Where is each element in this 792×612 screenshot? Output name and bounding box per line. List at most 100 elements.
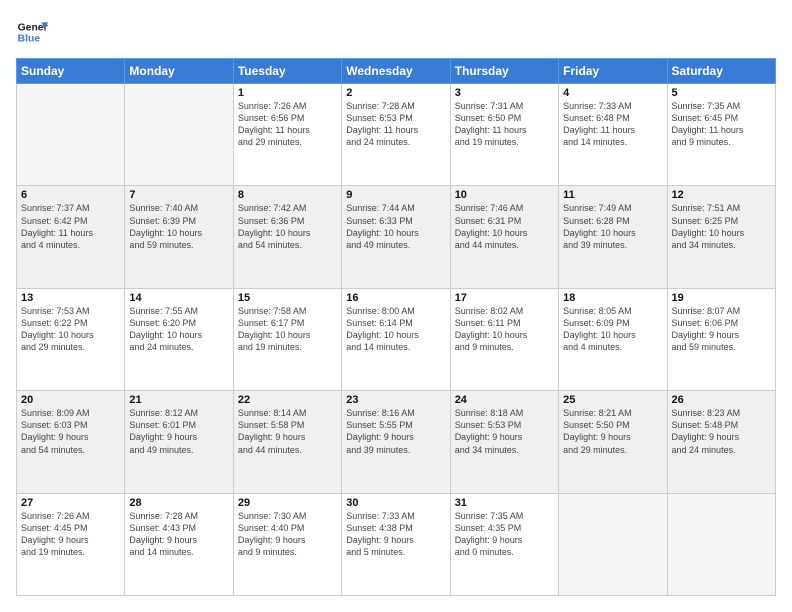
day-number: 7	[129, 189, 228, 201]
calendar-day-cell: 1Sunrise: 7:26 AM Sunset: 6:56 PM Daylig…	[233, 84, 341, 186]
day-info: Sunrise: 8:09 AM Sunset: 6:03 PM Dayligh…	[21, 407, 120, 456]
calendar-day-cell: 13Sunrise: 7:53 AM Sunset: 6:22 PM Dayli…	[17, 288, 125, 390]
day-number: 21	[129, 394, 228, 406]
day-info: Sunrise: 8:05 AM Sunset: 6:09 PM Dayligh…	[563, 305, 662, 354]
weekday-header: Thursday	[450, 59, 558, 84]
calendar-day-cell: 10Sunrise: 7:46 AM Sunset: 6:31 PM Dayli…	[450, 186, 558, 288]
calendar-day-cell: 5Sunrise: 7:35 AM Sunset: 6:45 PM Daylig…	[667, 84, 775, 186]
calendar-day-cell: 2Sunrise: 7:28 AM Sunset: 6:53 PM Daylig…	[342, 84, 450, 186]
day-info: Sunrise: 7:55 AM Sunset: 6:20 PM Dayligh…	[129, 305, 228, 354]
day-number: 18	[563, 292, 662, 304]
calendar-day-cell: 18Sunrise: 8:05 AM Sunset: 6:09 PM Dayli…	[559, 288, 667, 390]
calendar-day-cell: 3Sunrise: 7:31 AM Sunset: 6:50 PM Daylig…	[450, 84, 558, 186]
svg-text:Blue: Blue	[18, 34, 41, 45]
calendar-day-cell: 14Sunrise: 7:55 AM Sunset: 6:20 PM Dayli…	[125, 288, 233, 390]
day-number: 27	[21, 497, 120, 509]
day-number: 17	[455, 292, 554, 304]
day-number: 29	[238, 497, 337, 509]
day-info: Sunrise: 7:26 AM Sunset: 4:45 PM Dayligh…	[21, 510, 120, 559]
calendar-day-cell	[667, 493, 775, 595]
day-number: 13	[21, 292, 120, 304]
calendar-day-cell: 8Sunrise: 7:42 AM Sunset: 6:36 PM Daylig…	[233, 186, 341, 288]
calendar-day-cell: 4Sunrise: 7:33 AM Sunset: 6:48 PM Daylig…	[559, 84, 667, 186]
weekday-header: Monday	[125, 59, 233, 84]
calendar-header-row: SundayMondayTuesdayWednesdayThursdayFrid…	[17, 59, 776, 84]
weekday-header: Saturday	[667, 59, 775, 84]
calendar-day-cell: 31Sunrise: 7:35 AM Sunset: 4:35 PM Dayli…	[450, 493, 558, 595]
day-info: Sunrise: 8:14 AM Sunset: 5:58 PM Dayligh…	[238, 407, 337, 456]
day-info: Sunrise: 7:49 AM Sunset: 6:28 PM Dayligh…	[563, 202, 662, 251]
day-number: 25	[563, 394, 662, 406]
day-number: 5	[672, 87, 771, 99]
day-number: 24	[455, 394, 554, 406]
calendar-day-cell: 26Sunrise: 8:23 AM Sunset: 5:48 PM Dayli…	[667, 391, 775, 493]
calendar-day-cell: 24Sunrise: 8:18 AM Sunset: 5:53 PM Dayli…	[450, 391, 558, 493]
day-info: Sunrise: 7:35 AM Sunset: 4:35 PM Dayligh…	[455, 510, 554, 559]
day-info: Sunrise: 8:00 AM Sunset: 6:14 PM Dayligh…	[346, 305, 445, 354]
day-info: Sunrise: 7:31 AM Sunset: 6:50 PM Dayligh…	[455, 100, 554, 149]
day-info: Sunrise: 7:28 AM Sunset: 4:43 PM Dayligh…	[129, 510, 228, 559]
weekday-header: Wednesday	[342, 59, 450, 84]
day-info: Sunrise: 7:40 AM Sunset: 6:39 PM Dayligh…	[129, 202, 228, 251]
day-number: 15	[238, 292, 337, 304]
day-info: Sunrise: 8:02 AM Sunset: 6:11 PM Dayligh…	[455, 305, 554, 354]
day-number: 6	[21, 189, 120, 201]
day-number: 1	[238, 87, 337, 99]
day-info: Sunrise: 8:16 AM Sunset: 5:55 PM Dayligh…	[346, 407, 445, 456]
weekday-header: Tuesday	[233, 59, 341, 84]
day-number: 23	[346, 394, 445, 406]
calendar-week-row: 20Sunrise: 8:09 AM Sunset: 6:03 PM Dayli…	[17, 391, 776, 493]
day-info: Sunrise: 8:07 AM Sunset: 6:06 PM Dayligh…	[672, 305, 771, 354]
calendar-day-cell: 19Sunrise: 8:07 AM Sunset: 6:06 PM Dayli…	[667, 288, 775, 390]
day-number: 14	[129, 292, 228, 304]
calendar-day-cell: 30Sunrise: 7:33 AM Sunset: 4:38 PM Dayli…	[342, 493, 450, 595]
calendar-week-row: 6Sunrise: 7:37 AM Sunset: 6:42 PM Daylig…	[17, 186, 776, 288]
logo: General Blue	[16, 16, 52, 48]
calendar-day-cell: 7Sunrise: 7:40 AM Sunset: 6:39 PM Daylig…	[125, 186, 233, 288]
calendar-day-cell: 25Sunrise: 8:21 AM Sunset: 5:50 PM Dayli…	[559, 391, 667, 493]
day-info: Sunrise: 7:37 AM Sunset: 6:42 PM Dayligh…	[21, 202, 120, 251]
calendar-day-cell: 16Sunrise: 8:00 AM Sunset: 6:14 PM Dayli…	[342, 288, 450, 390]
day-info: Sunrise: 7:51 AM Sunset: 6:25 PM Dayligh…	[672, 202, 771, 251]
calendar-week-row: 1Sunrise: 7:26 AM Sunset: 6:56 PM Daylig…	[17, 84, 776, 186]
day-info: Sunrise: 7:42 AM Sunset: 6:36 PM Dayligh…	[238, 202, 337, 251]
day-info: Sunrise: 8:21 AM Sunset: 5:50 PM Dayligh…	[563, 407, 662, 456]
day-number: 26	[672, 394, 771, 406]
day-number: 19	[672, 292, 771, 304]
day-number: 20	[21, 394, 120, 406]
day-number: 9	[346, 189, 445, 201]
calendar-day-cell: 15Sunrise: 7:58 AM Sunset: 6:17 PM Dayli…	[233, 288, 341, 390]
calendar-week-row: 13Sunrise: 7:53 AM Sunset: 6:22 PM Dayli…	[17, 288, 776, 390]
day-number: 31	[455, 497, 554, 509]
calendar-day-cell: 20Sunrise: 8:09 AM Sunset: 6:03 PM Dayli…	[17, 391, 125, 493]
day-number: 3	[455, 87, 554, 99]
day-info: Sunrise: 8:18 AM Sunset: 5:53 PM Dayligh…	[455, 407, 554, 456]
day-info: Sunrise: 7:30 AM Sunset: 4:40 PM Dayligh…	[238, 510, 337, 559]
calendar-day-cell: 23Sunrise: 8:16 AM Sunset: 5:55 PM Dayli…	[342, 391, 450, 493]
logo-icon: General Blue	[16, 16, 48, 48]
calendar-day-cell: 11Sunrise: 7:49 AM Sunset: 6:28 PM Dayli…	[559, 186, 667, 288]
day-info: Sunrise: 8:23 AM Sunset: 5:48 PM Dayligh…	[672, 407, 771, 456]
weekday-header: Friday	[559, 59, 667, 84]
calendar-day-cell	[125, 84, 233, 186]
day-number: 8	[238, 189, 337, 201]
day-info: Sunrise: 7:53 AM Sunset: 6:22 PM Dayligh…	[21, 305, 120, 354]
calendar-day-cell: 27Sunrise: 7:26 AM Sunset: 4:45 PM Dayli…	[17, 493, 125, 595]
day-number: 16	[346, 292, 445, 304]
header: General Blue	[16, 16, 776, 48]
calendar-day-cell: 12Sunrise: 7:51 AM Sunset: 6:25 PM Dayli…	[667, 186, 775, 288]
calendar-day-cell	[559, 493, 667, 595]
calendar-table: SundayMondayTuesdayWednesdayThursdayFrid…	[16, 58, 776, 596]
day-info: Sunrise: 7:35 AM Sunset: 6:45 PM Dayligh…	[672, 100, 771, 149]
day-number: 4	[563, 87, 662, 99]
calendar-day-cell: 17Sunrise: 8:02 AM Sunset: 6:11 PM Dayli…	[450, 288, 558, 390]
day-info: Sunrise: 7:28 AM Sunset: 6:53 PM Dayligh…	[346, 100, 445, 149]
calendar-day-cell: 29Sunrise: 7:30 AM Sunset: 4:40 PM Dayli…	[233, 493, 341, 595]
day-number: 10	[455, 189, 554, 201]
day-number: 30	[346, 497, 445, 509]
calendar-day-cell: 9Sunrise: 7:44 AM Sunset: 6:33 PM Daylig…	[342, 186, 450, 288]
day-number: 12	[672, 189, 771, 201]
weekday-header: Sunday	[17, 59, 125, 84]
calendar-week-row: 27Sunrise: 7:26 AM Sunset: 4:45 PM Dayli…	[17, 493, 776, 595]
day-number: 11	[563, 189, 662, 201]
